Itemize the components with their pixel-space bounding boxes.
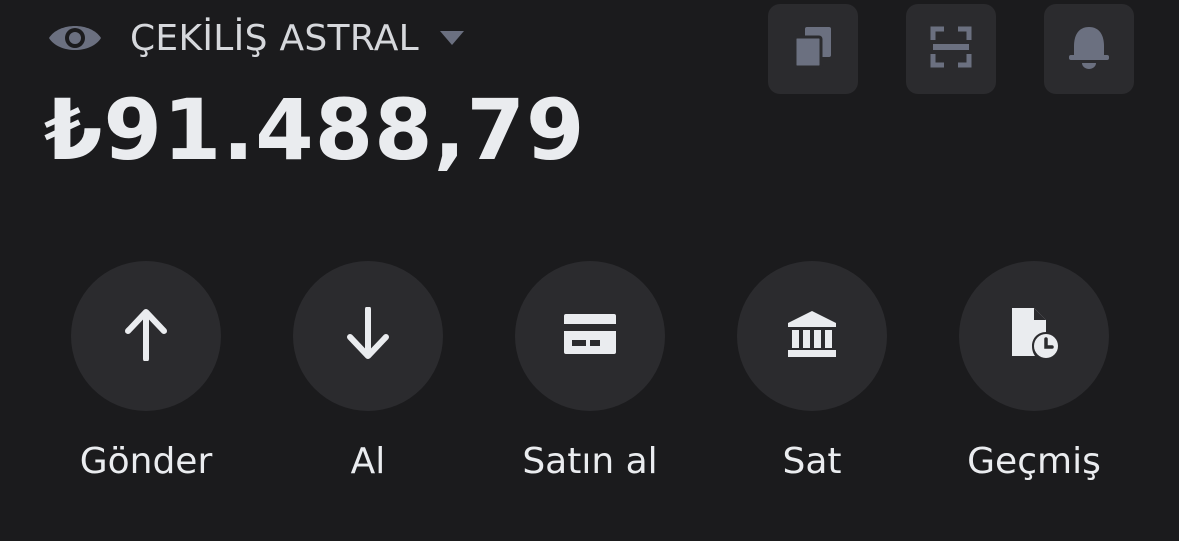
- caret-down-icon[interactable]: [439, 28, 465, 48]
- buy-label: Satın al: [522, 441, 658, 482]
- send-label: Gönder: [79, 441, 213, 482]
- history-button[interactable]: [959, 261, 1109, 411]
- scan-icon: [930, 26, 972, 72]
- sell-action[interactable]: Sat: [737, 261, 887, 482]
- copy-icon: [793, 25, 833, 73]
- receive-button[interactable]: [293, 261, 443, 411]
- buy-action[interactable]: Satın al: [515, 261, 665, 482]
- sell-button[interactable]: [737, 261, 887, 411]
- history-label: Geçmiş: [967, 441, 1101, 482]
- history-icon: [1008, 306, 1060, 366]
- bell-icon: [1067, 24, 1111, 74]
- sell-label: Sat: [782, 441, 842, 482]
- account-selector[interactable]: ÇEKİLİŞ ASTRAL: [46, 10, 465, 66]
- eye-icon[interactable]: [46, 18, 104, 58]
- account-name[interactable]: ÇEKİLİŞ ASTRAL: [130, 18, 419, 59]
- card-icon: [562, 312, 618, 360]
- arrow-up-icon: [124, 307, 168, 365]
- receive-label: Al: [350, 441, 386, 482]
- copy-button[interactable]: [768, 4, 858, 94]
- bank-icon: [786, 309, 838, 363]
- balance-amount: ₺91.488,79: [44, 81, 586, 179]
- arrow-down-icon: [346, 306, 390, 365]
- history-action[interactable]: Geçmiş: [959, 261, 1109, 482]
- scan-button[interactable]: [906, 4, 996, 94]
- receive-action[interactable]: Al: [293, 261, 443, 482]
- buy-button[interactable]: [515, 261, 665, 411]
- send-button[interactable]: [71, 261, 221, 411]
- send-action[interactable]: Gönder: [71, 261, 221, 482]
- notifications-button[interactable]: [1044, 4, 1134, 94]
